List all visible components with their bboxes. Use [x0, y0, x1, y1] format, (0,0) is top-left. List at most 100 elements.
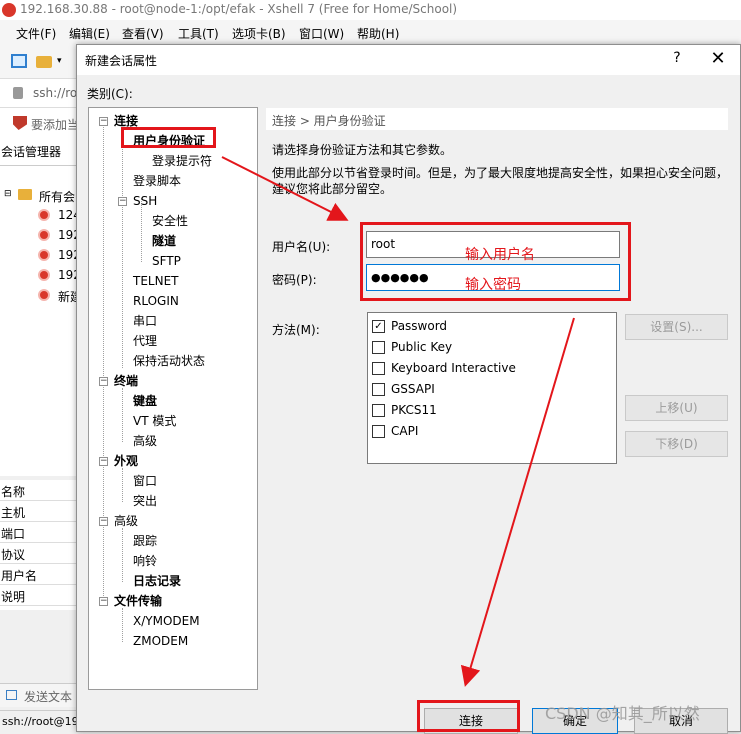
tree-proxy[interactable]: 代理	[133, 333, 157, 349]
collapse-icon[interactable]: −	[99, 597, 108, 606]
menu-edit[interactable]: 编辑(E)	[69, 25, 110, 42]
tree-vt-mode[interactable]: VT 模式	[133, 413, 176, 429]
tree-terminal[interactable]: 终端	[114, 373, 138, 389]
collapse-icon[interactable]: −	[99, 377, 108, 386]
tree-serial[interactable]: 串口	[133, 313, 157, 329]
tree-xymodem[interactable]: X/YMODEM	[133, 613, 200, 629]
close-icon[interactable]: ✕	[707, 48, 729, 70]
tree-trace[interactable]: 跟踪	[133, 533, 157, 549]
session-item[interactable]: 124	[0, 206, 81, 226]
annotation-username-hint: 输入用户名	[465, 247, 535, 263]
tree-advanced[interactable]: 高级	[114, 513, 138, 529]
menubar: 文件(F) 编辑(E) 查看(V) 工具(T) 选项卡(B) 窗口(W) 帮助(…	[0, 20, 741, 44]
tree-rlogin[interactable]: RLOGIN	[133, 293, 179, 309]
xshell-logo-icon	[2, 3, 16, 17]
move-up-button[interactable]: 上移(U)	[625, 395, 728, 421]
tree-file-transfer[interactable]: 文件传输	[114, 593, 162, 609]
session-icon	[38, 289, 50, 301]
tree-tunnel[interactable]: 隧道	[152, 233, 176, 249]
menu-help[interactable]: 帮助(H)	[357, 25, 399, 42]
tree-keepalive[interactable]: 保持活动状态	[133, 353, 205, 369]
checkbox[interactable]	[372, 383, 385, 396]
tree-connector	[122, 128, 123, 368]
help-button[interactable]: ?	[667, 50, 687, 70]
tree-connector	[122, 608, 123, 642]
session-item[interactable]: 192	[0, 246, 81, 266]
tree-appearance[interactable]: 外观	[114, 453, 138, 469]
session-item[interactable]: 192	[0, 266, 81, 286]
tree-logging[interactable]: 日志记录	[133, 573, 181, 589]
tree-telnet[interactable]: TELNET	[133, 273, 179, 289]
tree-sftp[interactable]: SFTP	[152, 253, 181, 269]
checkbox[interactable]	[372, 425, 385, 438]
tree-login-script[interactable]: 登录脚本	[133, 173, 181, 189]
session-icon	[38, 269, 50, 281]
open-folder-icon[interactable]	[36, 56, 52, 68]
menu-tabs[interactable]: 选项卡(B)	[232, 25, 286, 42]
chevron-down-icon[interactable]: ▾	[57, 56, 62, 66]
new-session-icon[interactable]	[11, 54, 27, 68]
status-bar: ssh://root@19	[0, 710, 80, 732]
watermark: CSDN @知其_所以然	[545, 704, 700, 723]
checkbox-checked[interactable]: ✓	[372, 320, 385, 333]
category-tree: − 连接 用户身份验证 登录提示符 登录脚本 − SSH 安全性 隧道 SFTP…	[88, 107, 258, 690]
collapse-icon[interactable]: −	[99, 457, 108, 466]
collapse-icon[interactable]: −	[99, 117, 108, 126]
tree-bell[interactable]: 响铃	[133, 553, 157, 569]
auth-description: 请选择身份验证方法和其它参数。	[272, 143, 453, 157]
checkbox[interactable]	[372, 362, 385, 375]
tree-security[interactable]: 安全性	[152, 213, 188, 229]
status-text: ssh://root@19	[2, 715, 79, 728]
property-port: 端口	[0, 522, 80, 543]
session-icon	[38, 229, 50, 241]
session-item[interactable]: 192	[0, 226, 81, 246]
checkbox[interactable]	[372, 341, 385, 354]
method-label-text: Keyboard Interactive	[391, 361, 516, 375]
tree-window[interactable]: 窗口	[133, 473, 157, 489]
bookmark-icon	[13, 116, 27, 130]
app-titlebar: 192.168.30.88 - root@node-1:/opt/efak - …	[0, 0, 741, 20]
settings-button[interactable]: 设置(S)...	[625, 314, 728, 340]
auth-note: 使用此部分以节省登录时间。但是，为了最大限度地提高安全性，如果担心安全问题，建议…	[272, 166, 729, 196]
address-bar[interactable]: ssh://ro	[0, 78, 80, 108]
move-down-button[interactable]: 下移(D)	[625, 431, 728, 457]
menu-window[interactable]: 窗口(W)	[299, 25, 344, 42]
menu-tools[interactable]: 工具(T)	[178, 25, 219, 42]
hint-text: 要添加当	[31, 118, 80, 132]
collapse-icon[interactable]: −	[99, 517, 108, 526]
tree-login-prompt[interactable]: 登录提示符	[152, 153, 212, 169]
session-tree: ⊟ 所有会 124 192 192 192 新建	[0, 166, 82, 476]
dialog-titlebar: 新建会话属性 ? ✕	[77, 45, 740, 75]
annotation-box-connect	[417, 700, 520, 732]
tree-ssh[interactable]: SSH	[133, 193, 157, 209]
method-label-text: GSSAPI	[391, 382, 435, 396]
category-label: 类别(C):	[87, 87, 133, 101]
property-username: 用户名	[0, 564, 80, 585]
collapse-icon[interactable]: ⊟	[4, 189, 12, 199]
password-label: 密码(P):	[272, 273, 317, 287]
method-label-text: Public Key	[391, 340, 453, 354]
tree-terminal-advanced[interactable]: 高级	[133, 433, 157, 449]
toolbar: ▾	[0, 44, 80, 78]
method-label-text: Password	[391, 319, 448, 333]
checkbox[interactable]	[372, 404, 385, 417]
session-manager-header: 会话管理器	[0, 138, 80, 166]
sessions-root-label: 所有会	[39, 190, 76, 204]
menu-file[interactable]: 文件(F)	[16, 25, 56, 42]
menu-view[interactable]: 查看(V)	[122, 25, 164, 42]
hint-bar: 要添加当	[0, 108, 80, 138]
tree-connector	[122, 468, 123, 502]
property-name: 名称	[0, 480, 80, 501]
tree-highlight[interactable]: 突出	[133, 493, 157, 509]
tree-zmodem[interactable]: ZMODEM	[133, 633, 188, 649]
session-item[interactable]: 新建	[0, 286, 82, 306]
collapse-icon[interactable]: −	[118, 197, 127, 206]
method-list: ✓ Password Public Key Keyboard Interacti…	[367, 312, 617, 464]
send-text-bar[interactable]: 发送文本	[0, 683, 80, 707]
folder-icon	[18, 189, 32, 200]
method-label: 方法(M):	[272, 323, 320, 337]
property-description: 说明	[0, 585, 80, 606]
tree-keyboard[interactable]: 键盘	[133, 393, 157, 409]
annotation-box-user-auth	[121, 127, 216, 148]
method-label-text: PKCS11	[391, 403, 437, 417]
